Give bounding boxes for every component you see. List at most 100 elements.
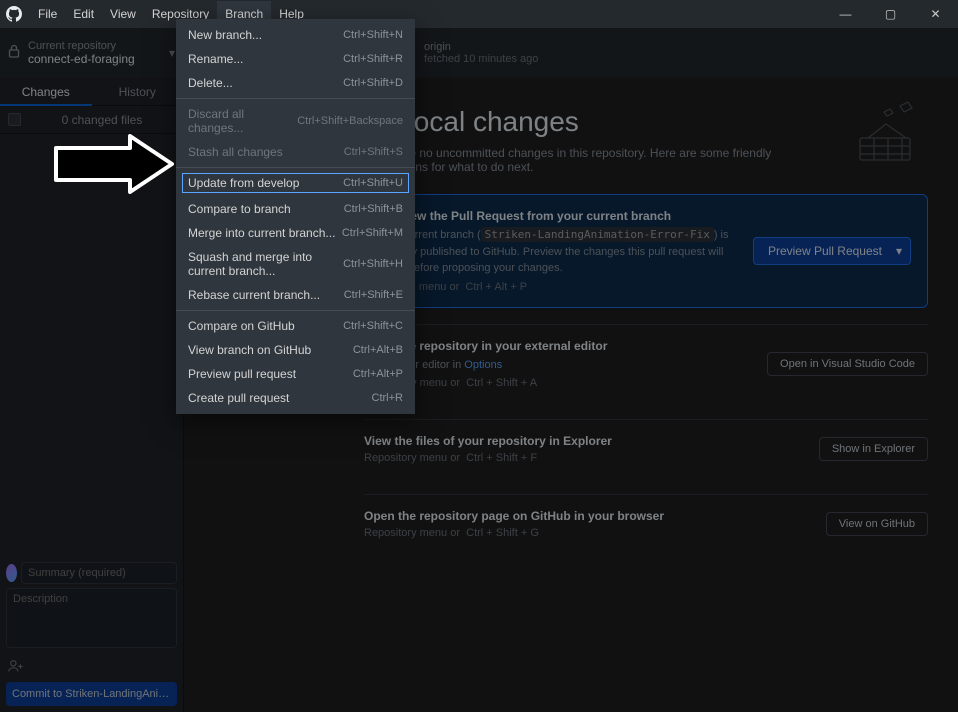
origin-subtitle: fetched 10 minutes ago — [424, 53, 538, 65]
branch-dropdown: New branch...Ctrl+Shift+NRename...Ctrl+S… — [176, 19, 415, 414]
fetch-origin[interactable]: origin fetched 10 minutes ago — [424, 41, 538, 65]
avatar — [6, 564, 17, 582]
editor-card-hint: Repository menu or Ctrl + Shift + A — [364, 377, 751, 389]
maximize-button[interactable]: ▢ — [868, 0, 913, 28]
menu-item-shortcut: Ctrl+Shift+E — [344, 289, 403, 301]
menu-item-label: Compare on GitHub — [188, 319, 343, 333]
github-card: Open the repository page on GitHub in yo… — [364, 494, 928, 553]
menu-item-shortcut: Ctrl+Alt+B — [353, 344, 403, 356]
branch-name-code: Striken-LandingAnimation-Error-Fix — [481, 227, 714, 242]
branch-menu-delete[interactable]: Delete...Ctrl+Shift+D — [176, 71, 415, 95]
commit-summary-input[interactable] — [21, 562, 177, 584]
github-card-hint: Repository menu or Ctrl + Shift + G — [364, 527, 810, 539]
titlebar: File Edit View Repository Branch Help — … — [0, 0, 958, 28]
repo-name: connect-ed-foraging — [28, 52, 169, 66]
branch-menu-discard-all-changes: Discard all changes...Ctrl+Shift+Backspa… — [176, 102, 415, 140]
menu-item-label: Update from develop — [188, 176, 343, 190]
repo-label: Current repository — [28, 40, 169, 52]
empty-illustration-icon — [848, 98, 928, 168]
menu-item-label: Preview pull request — [188, 367, 353, 381]
branch-menu-rename[interactable]: Rename...Ctrl+Shift+R — [176, 47, 415, 71]
toolbar: Current repository connect-ed-foraging ▾… — [0, 28, 958, 78]
changed-files-count: 0 changed files — [29, 113, 175, 127]
editor-card-title: Open the repository in your external edi… — [364, 339, 751, 353]
branch-menu-merge-into-current-branch[interactable]: Merge into current branch...Ctrl+Shift+M — [176, 221, 415, 245]
menu-item-label: View branch on GitHub — [188, 343, 353, 357]
open-editor-button[interactable]: Open in Visual Studio Code — [767, 352, 928, 376]
menu-item-label: Stash all changes — [188, 145, 344, 159]
options-link[interactable]: Options — [464, 359, 502, 371]
menu-item-shortcut: Ctrl+Shift+Backspace — [297, 115, 403, 127]
menu-item-shortcut: Ctrl+Shift+H — [343, 258, 403, 270]
minimize-button[interactable]: — — [823, 0, 868, 28]
editor-card-desc: Select your editor in Options — [364, 357, 751, 374]
menu-item-shortcut: Ctrl+Shift+D — [343, 77, 403, 89]
pr-card-title: Preview the Pull Request from your curre… — [381, 209, 737, 223]
chevron-down-icon: ▾ — [169, 46, 175, 60]
menu-item-label: Delete... — [188, 76, 343, 90]
preview-pr-button[interactable]: Preview Pull Request ▾ — [753, 237, 911, 265]
branch-menu-update-from-develop[interactable]: Update from developCtrl+Shift+U — [180, 171, 411, 195]
branch-menu-view-branch-on-github[interactable]: View branch on GitHubCtrl+Alt+B — [176, 338, 415, 362]
window-controls: — ▢ ✕ — [823, 0, 958, 28]
menu-item-label: Discard all changes... — [188, 107, 297, 135]
explorer-card: View the files of your repository in Exp… — [364, 419, 928, 478]
github-card-title: Open the repository page on GitHub in yo… — [364, 509, 810, 523]
lock-icon — [8, 44, 20, 61]
menu-item-label: Rename... — [188, 52, 343, 66]
page-subtitle: There are no uncommitted changes in this… — [364, 146, 784, 174]
menu-edit[interactable]: Edit — [65, 1, 102, 27]
annotation-arrow-icon — [48, 134, 178, 197]
chevron-down-icon: ▾ — [896, 244, 902, 258]
show-explorer-button[interactable]: Show in Explorer — [819, 437, 928, 461]
pr-card-desc: The current branch (Striken-LandingAnima… — [381, 227, 737, 277]
close-button[interactable]: ✕ — [913, 0, 958, 28]
menu-separator — [176, 167, 415, 168]
add-coauthor-icon[interactable] — [8, 659, 177, 676]
branch-menu-compare-on-github[interactable]: Compare on GitHubCtrl+Shift+C — [176, 314, 415, 338]
commit-description-input[interactable] — [6, 588, 177, 648]
branch-menu-squash-and-merge-into-current-branch[interactable]: Squash and merge into current branch...C… — [176, 245, 415, 283]
menu-item-shortcut: Ctrl+Shift+R — [343, 53, 403, 65]
changed-files-header: 0 changed files — [0, 106, 183, 134]
menu-item-label: Squash and merge into current branch... — [188, 250, 343, 278]
menu-item-shortcut: Ctrl+Shift+U — [343, 177, 403, 189]
menu-item-shortcut: Ctrl+Shift+N — [343, 29, 403, 41]
origin-label: origin — [424, 41, 538, 53]
menu-item-label: Merge into current branch... — [188, 226, 342, 240]
commit-button[interactable]: Commit to Striken-LandingAnimati... — [6, 682, 177, 706]
menu-item-shortcut: Ctrl+Alt+P — [353, 368, 403, 380]
branch-menu-stash-all-changes: Stash all changesCtrl+Shift+S — [176, 140, 415, 164]
select-all-checkbox[interactable] — [8, 113, 21, 126]
menu-item-label: Rebase current branch... — [188, 288, 344, 302]
preview-pr-card: Preview the Pull Request from your curre… — [364, 194, 928, 308]
menu-item-label: Compare to branch — [188, 202, 344, 216]
menu-view[interactable]: View — [102, 1, 144, 27]
branch-menu-compare-to-branch[interactable]: Compare to branchCtrl+Shift+B — [176, 197, 415, 221]
commit-form: Commit to Striken-LandingAnimati... — [0, 556, 183, 712]
menu-item-shortcut: Ctrl+Shift+M — [342, 227, 403, 239]
tab-history[interactable]: History — [92, 78, 184, 106]
repo-selector[interactable]: Current repository connect-ed-foraging ▾ — [0, 28, 184, 77]
branch-menu-create-pull-request[interactable]: Create pull requestCtrl+R — [176, 386, 415, 410]
menu-item-shortcut: Ctrl+Shift+S — [344, 146, 403, 158]
github-logo-icon — [6, 6, 22, 22]
branch-menu-preview-pull-request[interactable]: Preview pull requestCtrl+Alt+P — [176, 362, 415, 386]
menu-file[interactable]: File — [30, 1, 65, 27]
explorer-card-title: View the files of your repository in Exp… — [364, 434, 803, 448]
menu-item-label: New branch... — [188, 28, 343, 42]
branch-menu-new-branch[interactable]: New branch...Ctrl+Shift+N — [176, 23, 415, 47]
menu-separator — [176, 310, 415, 311]
open-editor-card: Open the repository in your external edi… — [364, 324, 928, 404]
explorer-card-hint: Repository menu or Ctrl + Shift + F — [364, 452, 803, 464]
menu-item-shortcut: Ctrl+Shift+C — [343, 320, 403, 332]
menu-item-shortcut: Ctrl+R — [372, 392, 403, 404]
pr-card-hint: Branch menu or Ctrl + Alt + P — [381, 281, 737, 293]
menu-item-shortcut: Ctrl+Shift+B — [344, 203, 403, 215]
page-title: No local changes — [364, 106, 928, 138]
menu-separator — [176, 98, 415, 99]
view-github-button[interactable]: View on GitHub — [826, 512, 928, 536]
branch-menu-rebase-current-branch[interactable]: Rebase current branch...Ctrl+Shift+E — [176, 283, 415, 307]
menu-item-label: Create pull request — [188, 391, 372, 405]
tab-changes[interactable]: Changes — [0, 78, 92, 106]
